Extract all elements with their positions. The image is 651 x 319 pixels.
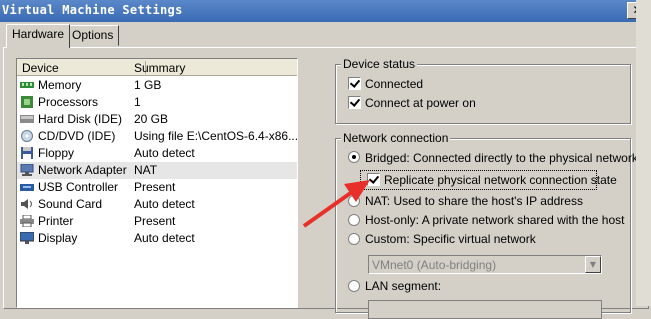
device-name: Sound Card [38, 197, 103, 211]
column-device[interactable]: Device [22, 61, 59, 75]
device-summary: Auto detect [134, 231, 195, 245]
device-status-group [335, 64, 631, 124]
device-row-processors[interactable]: Processors 1 [17, 94, 297, 111]
connect-at-power-on-label[interactable]: Connect at power on [365, 96, 476, 110]
device-name: Processors [38, 95, 99, 109]
tab-hardware[interactable]: Hardware [6, 24, 71, 48]
custom-network-select[interactable]: VMnet0 (Auto-bridging) ▼ [368, 255, 602, 274]
title-bar: Virtual Machine Settings [0, 0, 651, 22]
lan-segment-label[interactable]: LAN segment: [365, 279, 441, 293]
device-summary: Auto detect [134, 197, 195, 211]
device-row-hard-disk[interactable]: Hard Disk (IDE) 20 GB [17, 111, 297, 128]
cd-dvd-icon [21, 130, 33, 142]
device-name: Floppy [38, 146, 75, 160]
device-name: Hard Disk (IDE) [38, 112, 123, 126]
device-row-sound-card[interactable]: Sound Card Auto detect [17, 196, 297, 213]
annotation-arrow-icon [302, 180, 370, 228]
list-header: Device Summary [17, 59, 297, 76]
device-summary: Present [134, 214, 176, 228]
floppy-icon [21, 147, 33, 159]
device-summary: 20 GB [134, 112, 169, 126]
printer-icon [20, 215, 34, 227]
nat-label[interactable]: NAT: Used to share the host's IP address [365, 194, 583, 208]
device-summary: Using file E:\CentOS-6.4-x86... [134, 129, 299, 143]
device-row-cd-dvd[interactable]: CD/DVD (IDE) Using file E:\CentOS-6.4-x8… [17, 128, 299, 145]
network-adapter-icon [20, 164, 34, 176]
device-row-usb-controller[interactable]: USB Controller Present [17, 179, 297, 196]
connected-checkbox[interactable] [348, 77, 361, 90]
device-summary: NAT [134, 163, 158, 177]
display-icon [20, 232, 34, 244]
tab-hardware-label: Hardware [12, 27, 65, 41]
custom-network-value: VMnet0 (Auto-bridging) [372, 258, 497, 272]
custom-radio[interactable] [348, 233, 360, 245]
replicate-label[interactable]: Replicate physical network connection st… [384, 173, 617, 187]
device-row-display[interactable]: Display Auto detect [17, 230, 297, 247]
window-title: Virtual Machine Settings [2, 3, 183, 17]
bridged-radio[interactable] [348, 151, 360, 163]
hard-disk-icon [20, 115, 34, 123]
device-row-memory[interactable]: Memory 1 GB [17, 77, 297, 94]
connect-at-power-on-checkbox[interactable] [348, 96, 361, 109]
device-row-network-adapter[interactable]: Network Adapter NAT [17, 162, 297, 179]
device-row-printer[interactable]: Printer Present [17, 213, 297, 230]
host-only-label[interactable]: Host-only: A private network shared with… [365, 213, 624, 227]
device-summary: Present [134, 180, 176, 194]
device-row-floppy[interactable]: Floppy Auto detect [17, 145, 297, 162]
custom-label[interactable]: Custom: Specific virtual network [365, 232, 536, 246]
device-summary: Auto detect [134, 146, 195, 160]
lan-segment-radio[interactable] [348, 280, 360, 292]
device-name: Printer [38, 214, 74, 228]
device-list[interactable]: Device Summary Memory 1 GB Processors 1 … [16, 58, 298, 308]
device-name: Display [38, 231, 78, 245]
lan-segment-select[interactable] [368, 300, 602, 319]
device-summary: 1 GB [134, 78, 162, 92]
tab-options-label: Options [72, 28, 114, 42]
device-name: USB Controller [38, 180, 119, 194]
tab-options[interactable]: Options [66, 25, 120, 46]
column-summary[interactable]: Summary [134, 61, 185, 75]
device-summary: 1 [134, 95, 141, 109]
device-status-title: Device status [341, 57, 418, 71]
usb-icon [20, 184, 34, 191]
device-name: CD/DVD (IDE) [38, 129, 116, 143]
network-connection-title: Network connection [341, 131, 451, 145]
device-name: Memory [38, 78, 82, 92]
sound-card-icon [21, 199, 32, 209]
device-name: Network Adapter [38, 163, 127, 177]
memory-icon [20, 82, 34, 88]
connected-label[interactable]: Connected [365, 77, 423, 91]
processor-icon [21, 96, 33, 108]
chevron-down-icon[interactable]: ▼ [585, 256, 601, 273]
scrollbar[interactable] [636, 0, 651, 306]
bridged-label[interactable]: Bridged: Connected directly to the physi… [365, 151, 638, 165]
